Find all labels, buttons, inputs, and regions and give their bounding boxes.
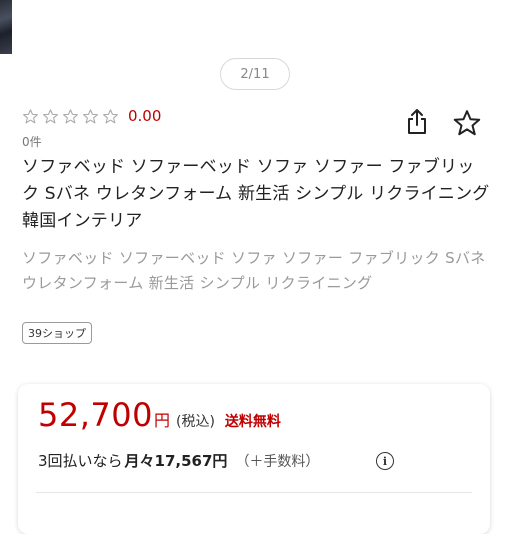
star-outline-icon [83,108,98,123]
star-outline-icon [453,110,481,136]
installment-info: 3回払いなら 月々17,567円 （＋手数料） [38,450,319,471]
price-currency: 円 [153,411,170,430]
star-outline-icon [63,108,78,123]
review-count[interactable]: 0件 [22,133,42,150]
info-icon: i [382,454,388,468]
rating-summary[interactable]: 0.00 [22,107,161,125]
shop-badge[interactable]: 39ショップ [22,322,92,344]
installment-prefix: 3回払いなら [38,452,123,470]
tax-label: (税込) [175,414,215,430]
product-title: ソファベッド ソファーベッド ソファ ソファー ファブリック Sバネ ウレタンフ… [22,157,490,231]
price-row: 52,700 円 (税込) 送料無料 [38,396,281,434]
rating-stars [22,108,119,125]
star-outline-icon [23,108,38,123]
shop-badge-label: 39ショップ [28,327,86,340]
star-outline-icon [103,108,118,123]
card-divider [36,492,472,493]
share-button[interactable] [404,108,430,136]
installment-amount: 月々17,567円 [124,452,228,470]
image-page-indicator: 2/11 [220,58,290,90]
previous-image-thumbnail[interactable] [0,0,12,54]
share-icon [408,109,426,134]
favorite-button[interactable] [452,108,482,138]
product-subtitle: ソファベッド ソファーベッド ソファ ソファー ファブリック Sバネ ウレタンフ… [22,249,486,292]
price-amount: 52,700 [38,396,153,434]
page-indicator-text: 2/11 [240,66,270,82]
installment-fee: （＋手数料） [235,454,320,470]
free-shipping-label: 送料無料 [224,414,281,430]
star-outline-icon [43,108,58,123]
rating-score: 0.00 [128,107,162,125]
installment-info-button[interactable]: i [376,452,394,470]
